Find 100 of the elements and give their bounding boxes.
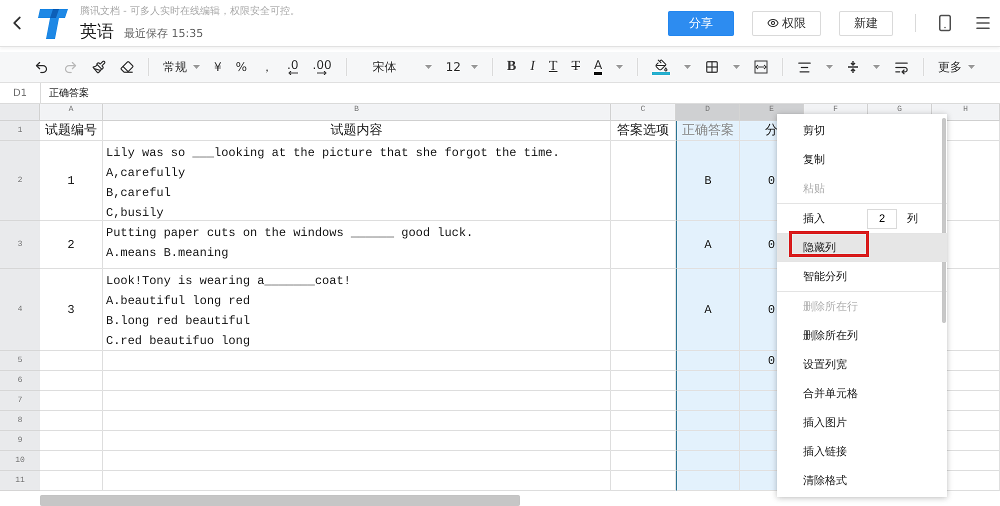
- caret-icon[interactable]: [873, 64, 880, 70]
- table-cell: [40, 391, 103, 411]
- percent-button[interactable]: %: [236, 60, 248, 74]
- table-cell: [676, 471, 740, 491]
- table-cell: [611, 431, 676, 451]
- redo-icon[interactable]: [63, 60, 78, 74]
- unit-label: 列: [907, 211, 918, 226]
- row-number[interactable]: 2: [0, 141, 40, 221]
- menu-icon[interactable]: [974, 14, 992, 32]
- eye-icon: [767, 17, 779, 29]
- column-header[interactable]: B: [103, 104, 611, 121]
- row-number[interactable]: 7: [0, 391, 40, 411]
- italic-button[interactable]: I: [530, 59, 535, 75]
- corner-cell[interactable]: [0, 104, 40, 121]
- menu-item[interactable]: 隐藏列: [777, 233, 947, 262]
- menu-item[interactable]: 插入链接: [777, 437, 947, 466]
- bold-button[interactable]: B: [506, 59, 516, 75]
- menu-item[interactable]: 插入: [803, 211, 825, 226]
- table-cell: [611, 351, 676, 371]
- format-painter-icon[interactable]: [92, 60, 106, 74]
- eraser-icon[interactable]: [120, 60, 134, 74]
- fill-color-icon[interactable]: [652, 59, 670, 75]
- caret-icon[interactable]: [470, 64, 478, 70]
- table-cell: [676, 391, 740, 411]
- table-cell: [40, 351, 103, 371]
- menu-item[interactable]: 插入图片: [777, 408, 947, 437]
- align-icon[interactable]: [797, 60, 812, 74]
- row-number[interactable]: 11: [0, 471, 40, 491]
- currency-button[interactable]: ¥: [214, 60, 222, 74]
- more-dropdown[interactable]: 更多: [938, 58, 976, 76]
- caret-icon[interactable]: [424, 64, 432, 70]
- table-cell: Putting paper cuts on the windows ______ good luck. A.means B.meaning: [103, 221, 611, 269]
- table-cell: [40, 371, 103, 391]
- number-format-dropdown[interactable]: 常规: [163, 58, 200, 76]
- thousands-button[interactable]: ，: [261, 58, 274, 76]
- row-number[interactable]: 10: [0, 451, 40, 471]
- table-cell: [40, 471, 103, 491]
- menu-item[interactable]: 清除格式: [777, 466, 947, 495]
- count-field[interactable]: 2: [867, 208, 897, 228]
- caret-icon[interactable]: [193, 64, 200, 70]
- save-status: 最近保存 15:35: [124, 26, 204, 40]
- row-number[interactable]: 4: [0, 269, 40, 351]
- table-cell: 正确答案: [676, 121, 740, 141]
- document-title[interactable]: 英语: [80, 20, 114, 42]
- table-cell: [676, 351, 740, 371]
- new-button[interactable]: 新建: [839, 10, 893, 36]
- table-cell: [611, 411, 676, 431]
- wrap-text-icon[interactable]: [894, 60, 910, 74]
- undo-icon[interactable]: [34, 60, 49, 74]
- table-cell: 答案选项: [611, 121, 676, 141]
- column-header[interactable]: H: [932, 104, 1000, 121]
- font-color-button[interactable]: A: [594, 59, 602, 75]
- table-cell: [676, 451, 740, 471]
- table-cell: [676, 371, 740, 391]
- table-cell: 3: [40, 269, 103, 351]
- table-cell: [40, 451, 103, 471]
- menu-item[interactable]: 合并单元格: [777, 379, 947, 408]
- scrollbar-thumb[interactable]: [40, 495, 520, 506]
- table-cell: [611, 371, 676, 391]
- table-cell: [40, 411, 103, 431]
- row-number[interactable]: 3: [0, 221, 40, 269]
- table-cell: [611, 451, 676, 471]
- app-tagline: 腾讯文档 - 可多人实时在线编辑，权限安全可控。: [80, 4, 301, 18]
- caret-icon[interactable]: [616, 64, 624, 70]
- caret-icon[interactable]: [968, 64, 976, 70]
- table-cell: Look!Tony is wearing a_______coat! A.beautiful long red B.long red beautiful C.red beautifuo long: [103, 269, 611, 351]
- borders-icon[interactable]: [705, 60, 720, 74]
- font-size-dropdown[interactable]: 12: [446, 60, 478, 74]
- caret-icon[interactable]: [684, 64, 692, 70]
- formula-field[interactable]: 正确答案: [40, 83, 89, 103]
- column-header[interactable]: C: [611, 104, 676, 121]
- strikethrough-button[interactable]: T: [571, 59, 580, 75]
- font-dropdown[interactable]: 宋体: [372, 58, 432, 76]
- vertical-align-icon[interactable]: [847, 60, 860, 74]
- caret-icon[interactable]: [826, 64, 834, 70]
- table-cell: [611, 391, 676, 411]
- table-cell: Lily was so ___looking at the picture that she forgot the time. A,carefully B,careful C,busily: [103, 141, 611, 221]
- table-cell: [611, 471, 676, 491]
- row-number[interactable]: 6: [0, 371, 40, 391]
- underline-button[interactable]: T: [548, 59, 558, 75]
- permission-button[interactable]: 权限: [752, 10, 821, 36]
- row-number[interactable]: 8: [0, 411, 40, 431]
- table-cell: 试题内容: [103, 121, 611, 141]
- row-number[interactable]: 1: [0, 121, 40, 141]
- row-number[interactable]: 9: [0, 431, 40, 451]
- caret-icon[interactable]: [733, 64, 740, 70]
- table-cell: A: [676, 269, 740, 351]
- table-cell: [676, 411, 740, 431]
- merge-cells-icon[interactable]: [754, 60, 768, 74]
- table-cell: 2: [40, 221, 103, 269]
- column-header[interactable]: A: [40, 104, 103, 121]
- decrease-decimal-button[interactable]: .0: [287, 60, 298, 74]
- row-number[interactable]: 5: [0, 351, 40, 371]
- table-cell: A: [676, 221, 740, 269]
- table-cell: [40, 431, 103, 451]
- table-cell: [676, 431, 740, 451]
- cell-reference: D1: [12, 88, 28, 98]
- phone-icon[interactable]: [936, 14, 954, 32]
- increase-decimal-button[interactable]: .00: [312, 60, 332, 74]
- table-cell: [611, 221, 676, 269]
